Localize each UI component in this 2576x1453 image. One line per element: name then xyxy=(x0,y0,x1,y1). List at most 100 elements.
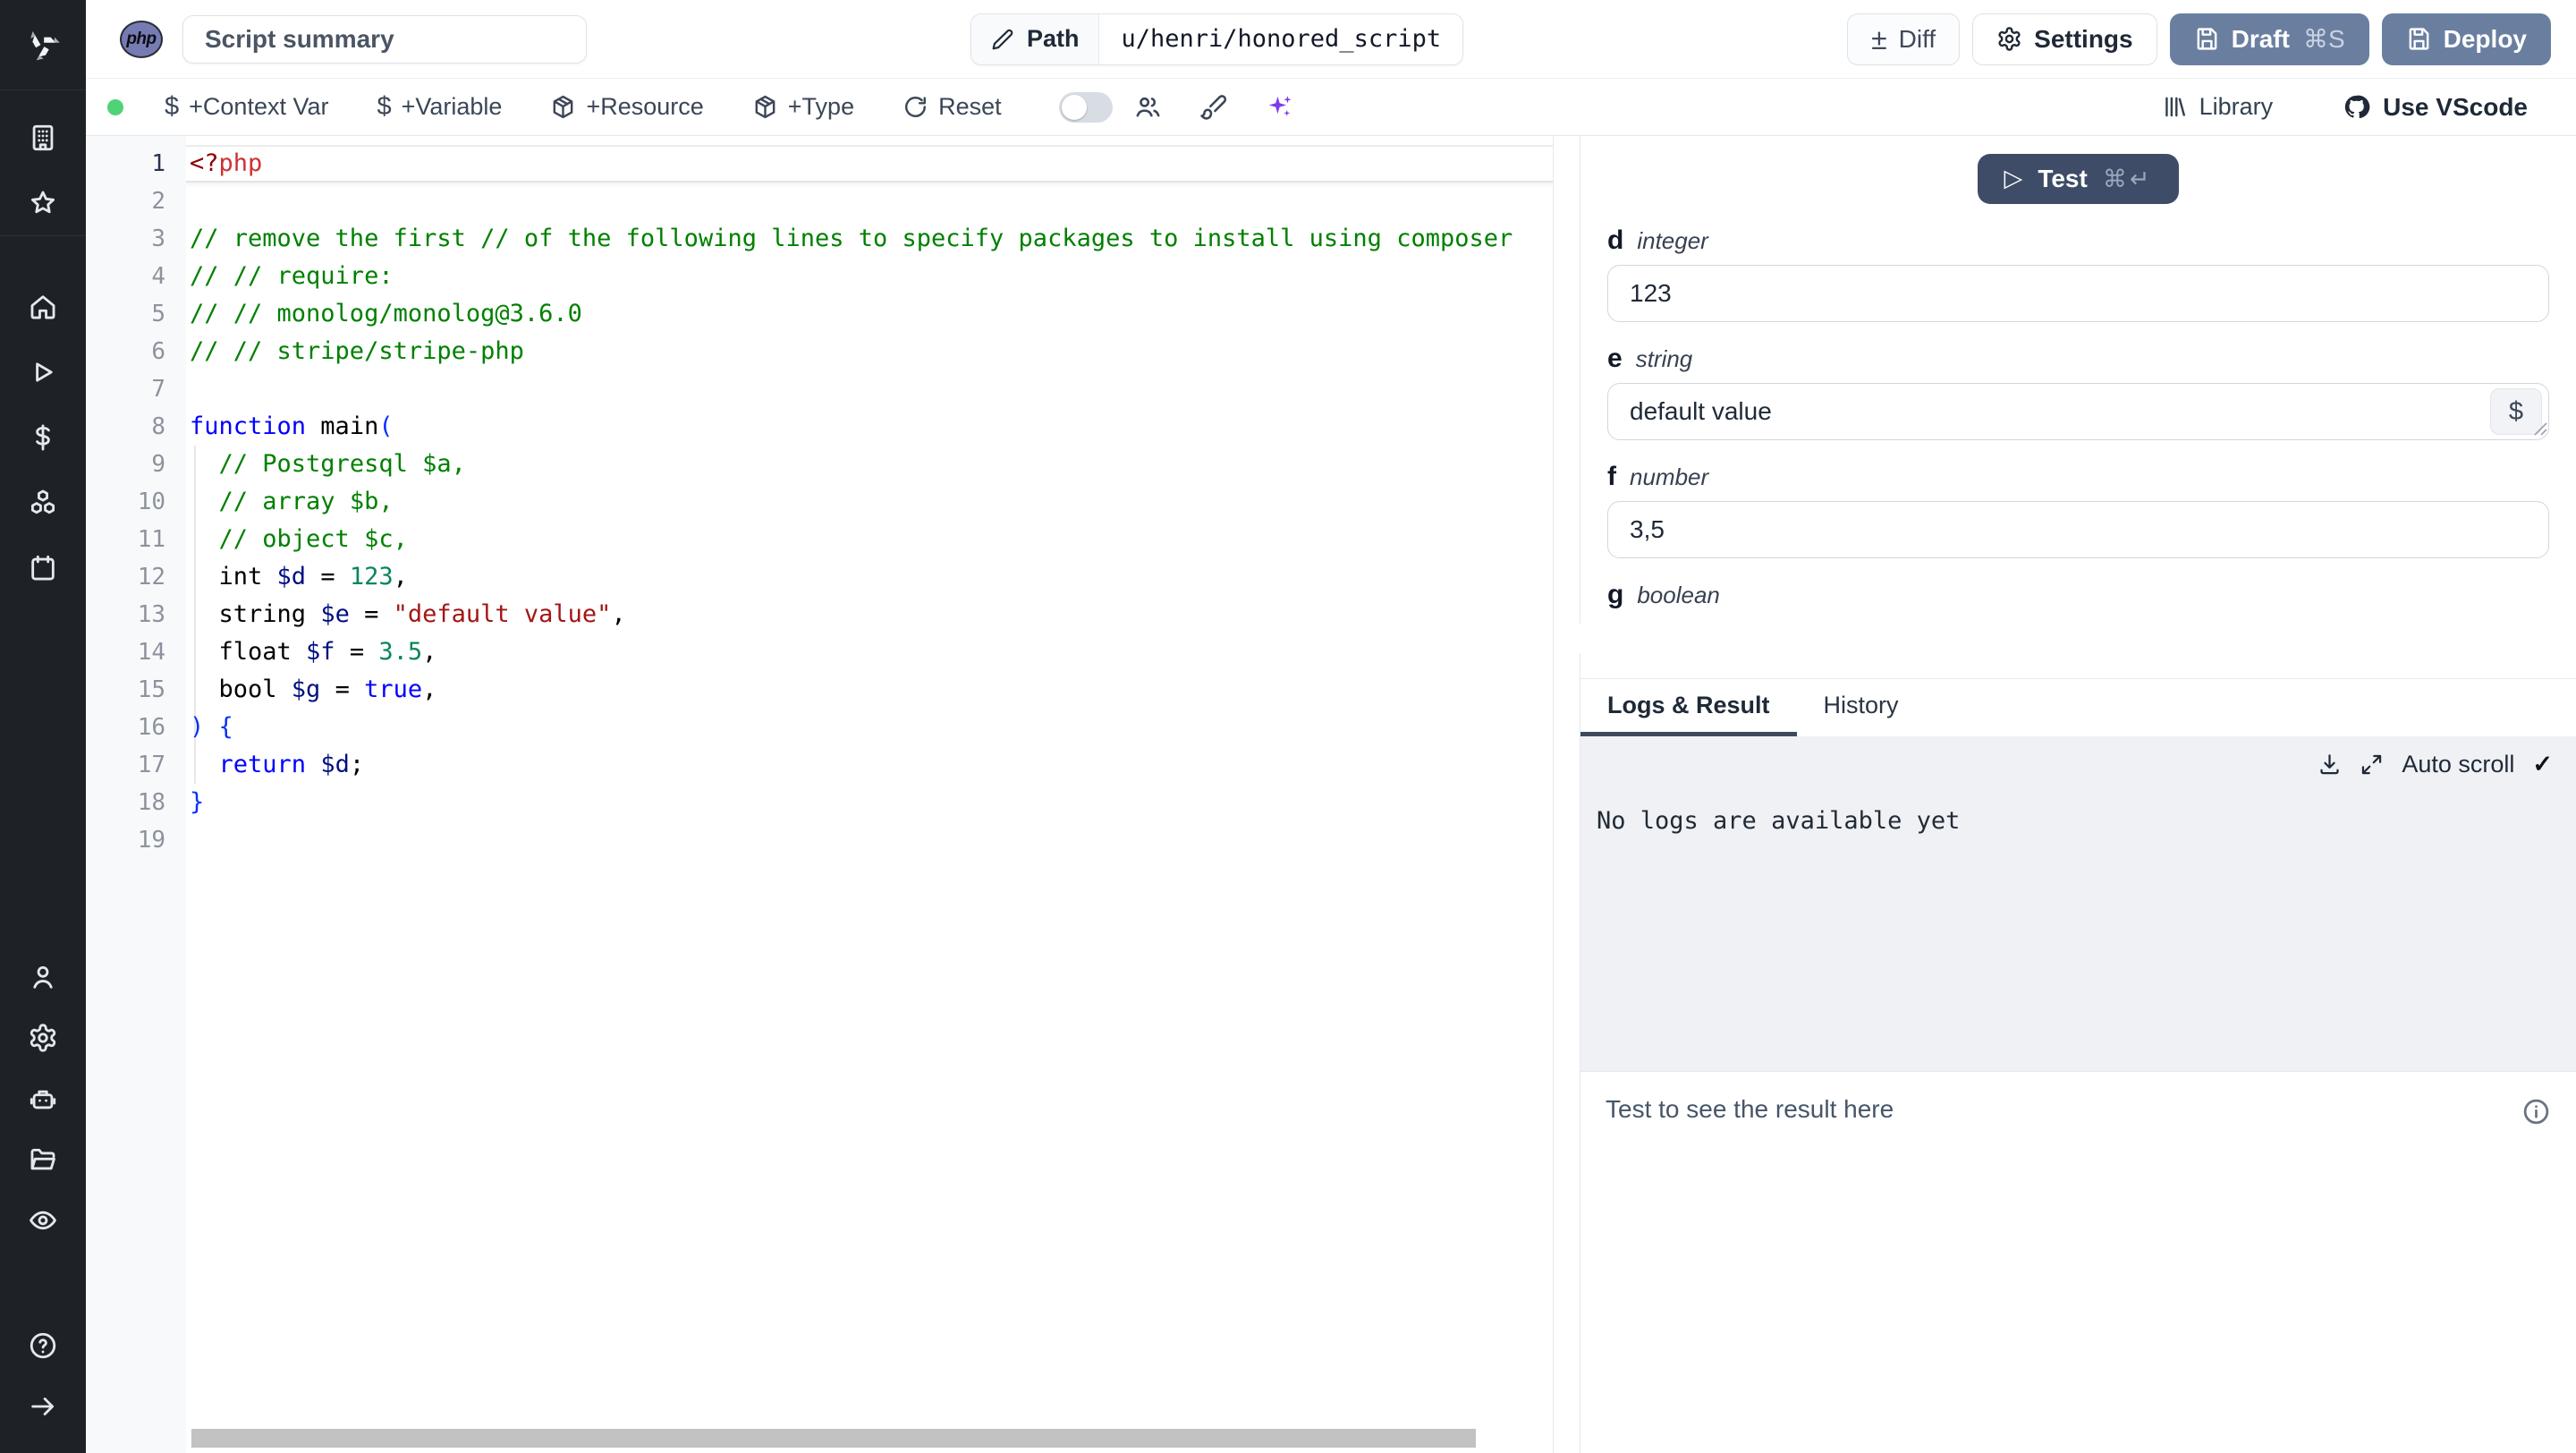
field-e-type: string xyxy=(1635,345,1693,372)
deploy-label: Deploy xyxy=(2443,24,2527,53)
result-tabs: Logs & Result History xyxy=(1580,678,2576,736)
horizontal-scrollbar[interactable] xyxy=(191,1429,1477,1448)
script-summary-input[interactable] xyxy=(182,14,587,64)
result-pane: Test to see the result here xyxy=(1580,1071,2576,1453)
field-g: g boolean xyxy=(1571,580,2549,655)
expand-logs-icon[interactable] xyxy=(2360,752,2384,777)
editor-toolbar: $ +Context Var $ +Variable +Resource +Ty… xyxy=(86,79,2576,136)
php-language-badge: php xyxy=(120,20,163,58)
dollar-icon: $ xyxy=(377,92,392,121)
field-d: d integer xyxy=(1607,225,2549,322)
settings-gear-icon[interactable] xyxy=(0,1007,86,1068)
reset-button[interactable]: Reset xyxy=(902,93,1002,121)
gear-icon xyxy=(1998,27,2021,51)
edit-pencil-icon xyxy=(992,29,1013,49)
diff-label: Diff xyxy=(1898,24,1936,53)
code-area[interactable]: <?php // remove the first // of the follo… xyxy=(186,136,1554,1453)
home-icon[interactable] xyxy=(0,274,86,339)
deploy-button[interactable]: Deploy xyxy=(2381,13,2551,65)
dollar-icon: $ xyxy=(165,92,180,121)
field-f-input[interactable] xyxy=(1607,501,2549,558)
diff-plusminus-icon: ± xyxy=(1871,22,1887,55)
code-line-12: int $d = 123, xyxy=(190,563,408,591)
workers-robot-icon[interactable] xyxy=(0,1068,86,1129)
field-e-name: e xyxy=(1607,344,1623,373)
resize-handle[interactable] xyxy=(2534,422,2547,440)
code-line-4: // // require: xyxy=(190,262,394,290)
top-header: php Path u/henri/honored_script ± Diff S… xyxy=(86,0,2576,79)
preview-panel: ▷ Test ⌘↵ d integer 123 e string default… xyxy=(1571,136,2576,1453)
field-d-name: d xyxy=(1607,225,1624,255)
path-chip[interactable]: Path u/henri/honored_script xyxy=(970,13,1464,65)
multiplayer-users-icon[interactable] xyxy=(1134,93,1162,121)
field-g-type: boolean xyxy=(1637,582,1720,608)
variables-dollar-icon[interactable] xyxy=(0,404,86,470)
path-value: u/henri/honored_script xyxy=(1121,25,1442,53)
field-e-input[interactable] xyxy=(1607,383,2549,440)
code-line-15: bool $g = true, xyxy=(190,676,437,703)
diff-mode-toggle[interactable] xyxy=(1058,91,1113,123)
code-line-9: // Postgresql $a, xyxy=(218,450,466,478)
code-lines: <?php // remove the first // of the follo… xyxy=(186,145,1553,859)
auto-scroll-label[interactable]: Auto scroll xyxy=(2402,751,2514,778)
expand-arrow-icon[interactable] xyxy=(0,1376,86,1437)
test-shortcut: ⌘↵ xyxy=(2102,165,2153,192)
add-variable-button[interactable]: $ +Variable xyxy=(377,92,502,122)
field-d-input[interactable] xyxy=(1607,265,2549,322)
field-f-name: f xyxy=(1607,462,1616,491)
field-g-name: g xyxy=(1607,580,1624,609)
code-line-13: string $e = "default value", xyxy=(190,600,626,628)
field-d-type: integer xyxy=(1637,227,1708,254)
runs-play-icon[interactable] xyxy=(0,339,86,404)
path-label: Path xyxy=(1026,25,1080,52)
info-icon[interactable] xyxy=(2521,1097,2551,1126)
windmill-logo[interactable] xyxy=(0,0,86,89)
code-line-8: function main( xyxy=(190,412,394,440)
vertical-scrollbar-track xyxy=(1554,136,1580,1453)
workspace-building-icon[interactable] xyxy=(0,105,86,170)
draft-button[interactable]: Draft ⌘S xyxy=(2169,13,2369,65)
test-button[interactable]: ▷ Test ⌘↵ xyxy=(1977,154,2180,204)
format-paintbrush-icon[interactable] xyxy=(1199,93,1227,121)
github-icon xyxy=(2344,95,2370,119)
code-line-10: // array $b, xyxy=(218,488,394,515)
add-resource-button[interactable]: +Resource xyxy=(550,93,704,121)
code-line-17: return $d; xyxy=(218,751,365,778)
user-icon[interactable] xyxy=(0,947,86,1007)
library-button[interactable]: Library xyxy=(2162,93,2273,121)
audit-eye-icon[interactable] xyxy=(0,1190,86,1251)
folders-icon[interactable] xyxy=(0,1129,86,1190)
package-icon xyxy=(755,95,775,119)
use-vscode-button[interactable]: Use VScode xyxy=(2343,93,2528,122)
code-line-1: <?php xyxy=(186,145,1553,183)
download-logs-icon[interactable] xyxy=(2318,752,2342,777)
ai-sparkles-icon[interactable] xyxy=(1265,92,1294,122)
tab-history[interactable]: History xyxy=(1797,679,1926,736)
field-e: e string $ xyxy=(1607,344,2549,440)
library-icon xyxy=(2165,97,2185,117)
resources-cubes-icon[interactable] xyxy=(0,470,86,535)
draft-label: Draft xyxy=(2231,24,2290,53)
favorites-star-icon[interactable] xyxy=(0,170,86,235)
add-type-button[interactable]: +Type xyxy=(752,93,854,121)
code-line-3: // remove the first // of the following … xyxy=(190,225,1513,252)
save-icon xyxy=(2197,28,2216,50)
play-icon: ▷ xyxy=(2004,164,2023,191)
code-editor[interactable]: 1 2 3 4 5 6 7 8 9 10 11 12 13 14 15 16 17 18 19 <?php // re… xyxy=(86,136,1580,1453)
check-icon[interactable]: ✓ xyxy=(2532,751,2553,778)
add-context-var-button[interactable]: $ +Context Var xyxy=(165,92,328,122)
logs-empty-text: No logs are available yet xyxy=(1597,807,1961,835)
status-dot-green xyxy=(107,98,123,115)
logs-pane: Auto scroll ✓ No logs are available yet xyxy=(1580,736,2576,1071)
sidebar xyxy=(0,0,86,1453)
tab-logs-result[interactable]: Logs & Result xyxy=(1580,679,1797,736)
diff-button[interactable]: ± Diff xyxy=(1847,13,1961,65)
schedules-calendar-icon[interactable] xyxy=(0,535,86,600)
code-line-6: // // stripe/stripe-php xyxy=(190,337,524,365)
help-circle-icon[interactable] xyxy=(0,1315,86,1376)
result-placeholder-text: Test to see the result here xyxy=(1606,1095,1894,1123)
settings-button[interactable]: Settings xyxy=(1972,13,2157,65)
code-line-18: } xyxy=(190,788,205,816)
